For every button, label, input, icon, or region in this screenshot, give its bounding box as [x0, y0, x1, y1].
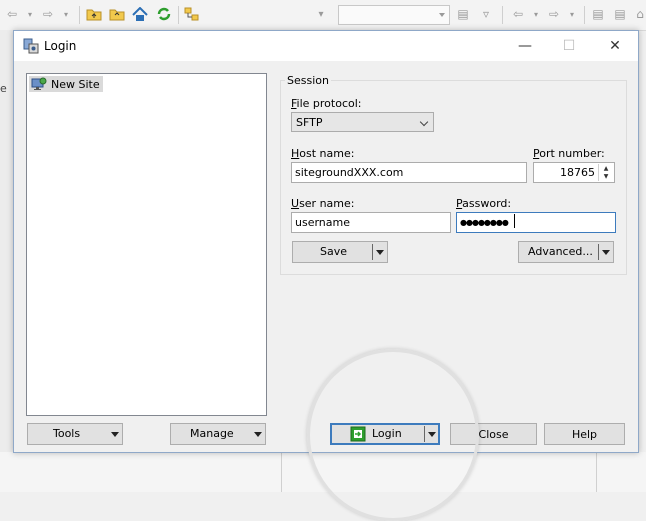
port-number-input[interactable]: 18765 ▲ ▼ [533, 162, 615, 183]
minimize-button[interactable]: — [502, 31, 548, 61]
session-group-label: Session [285, 74, 331, 87]
login-dialog: Login — ☐ ✕ New Site Session File protoc… [13, 30, 639, 453]
user-name-input[interactable]: username [291, 212, 451, 233]
close-button[interactable]: Close [450, 423, 537, 445]
toolbar-separator [178, 6, 179, 24]
toolbar-separator [502, 6, 503, 24]
save-button-label: Save [320, 245, 348, 258]
file-protocol-value: SFTP [296, 116, 323, 129]
site-tree[interactable]: New Site [26, 73, 267, 416]
parent-folder-icon [86, 6, 102, 22]
maximize-button[interactable]: ☐ [546, 31, 592, 61]
monitor-globe-icon [31, 77, 47, 90]
dropdown-arrow-icon [376, 249, 384, 255]
dropdown-arrow-icon: ▾ [569, 9, 574, 19]
password-input[interactable]: ●●●●●●●● [456, 212, 616, 233]
dropdown-arrow-icon: ▾ [533, 9, 538, 19]
dropdown-arrow-icon: ▾ [27, 9, 32, 19]
dropdown-arrow-icon [111, 431, 119, 437]
back-arrow-icon: ⇦ [6, 7, 18, 21]
forward-arrow-icon: ⇨ [548, 7, 560, 21]
filter-icon: ▿ [482, 7, 490, 21]
maximize-icon: ☐ [562, 38, 576, 54]
login-icon [350, 426, 366, 445]
password-label: Password: [456, 197, 512, 210]
title-bar: Login — ☐ ✕ [14, 31, 638, 61]
user-name-label: User name: [291, 197, 355, 210]
tree-item-new-site[interactable]: New Site [29, 76, 103, 92]
login-button[interactable]: Login [330, 423, 440, 445]
root-folder-icon: ▤ [614, 7, 626, 21]
port-number-value: 18765 [560, 166, 595, 179]
dropdown-arrow-icon [254, 431, 262, 437]
forward-arrow-icon: ⇨ [42, 7, 54, 21]
save-button[interactable]: Save [292, 241, 388, 263]
advanced-dropdown[interactable] [598, 244, 613, 260]
manage-button[interactable]: Manage [170, 423, 266, 445]
dialog-title: Login [44, 39, 77, 53]
background-toolbar: ⇦ ▾ ⇨ ▾ ▾ ▤ ▿ ⇦ ▾ ⇨ ▾ ▤ ▤ ⌂ [0, 0, 646, 31]
host-name-label: Host name: [291, 147, 355, 160]
background-left-panel [0, 30, 13, 492]
more-options-icon: ▾ [318, 8, 324, 20]
close-icon: ✕ [609, 38, 621, 54]
root-folder-icon [109, 6, 125, 22]
open-folder-icon: ▤ [457, 7, 469, 21]
close-window-button[interactable]: ✕ [592, 31, 638, 61]
dropdown-arrow-icon: ▾ [63, 9, 68, 19]
save-dropdown[interactable] [372, 244, 387, 260]
background-truncated-text: e [0, 82, 7, 95]
spin-down-icon[interactable]: ▼ [599, 172, 613, 180]
background-divider [596, 452, 597, 492]
advanced-button[interactable]: Advanced... [518, 241, 614, 263]
tools-button-label: Tools [53, 427, 81, 440]
help-button[interactable]: Help [544, 423, 625, 445]
home-icon [132, 6, 148, 22]
tools-dropdown[interactable] [108, 426, 122, 442]
dropdown-arrow-icon [428, 431, 436, 437]
manage-button-label: Manage [190, 427, 234, 440]
text-caret [514, 214, 515, 228]
spin-up-icon[interactable]: ▲ [599, 164, 613, 172]
file-protocol-select[interactable]: SFTP [291, 112, 434, 132]
back-arrow-icon: ⇦ [512, 7, 524, 21]
parent-folder-icon: ▤ [592, 7, 604, 21]
home-icon: ⌂ [636, 7, 644, 21]
background-divider [281, 452, 282, 492]
help-button-label: Help [571, 427, 598, 441]
advanced-button-label: Advanced... [528, 245, 593, 258]
toolbar-separator [584, 6, 585, 24]
tools-button[interactable]: Tools [27, 423, 123, 445]
host-name-input[interactable]: sitegroundXXX.com [291, 162, 527, 183]
tree-item-label: New Site [51, 77, 100, 91]
login-dropdown[interactable] [424, 426, 439, 442]
background-path-combo [338, 5, 450, 25]
background-bottom-area [0, 452, 646, 492]
find-files-icon [184, 6, 200, 22]
file-protocol-label: File protocol: [291, 97, 362, 110]
refresh-icon [156, 6, 172, 22]
port-spinner[interactable]: ▲ ▼ [598, 164, 613, 181]
login-button-label: Login [372, 427, 402, 440]
toolbar-separator [79, 6, 80, 24]
winscp-app-icon [23, 38, 39, 54]
manage-dropdown[interactable] [251, 426, 265, 442]
dropdown-arrow-icon [602, 249, 610, 255]
minimize-icon: — [518, 38, 532, 54]
close-button-label: Close [478, 427, 509, 441]
port-number-label: Port number: [533, 147, 605, 160]
